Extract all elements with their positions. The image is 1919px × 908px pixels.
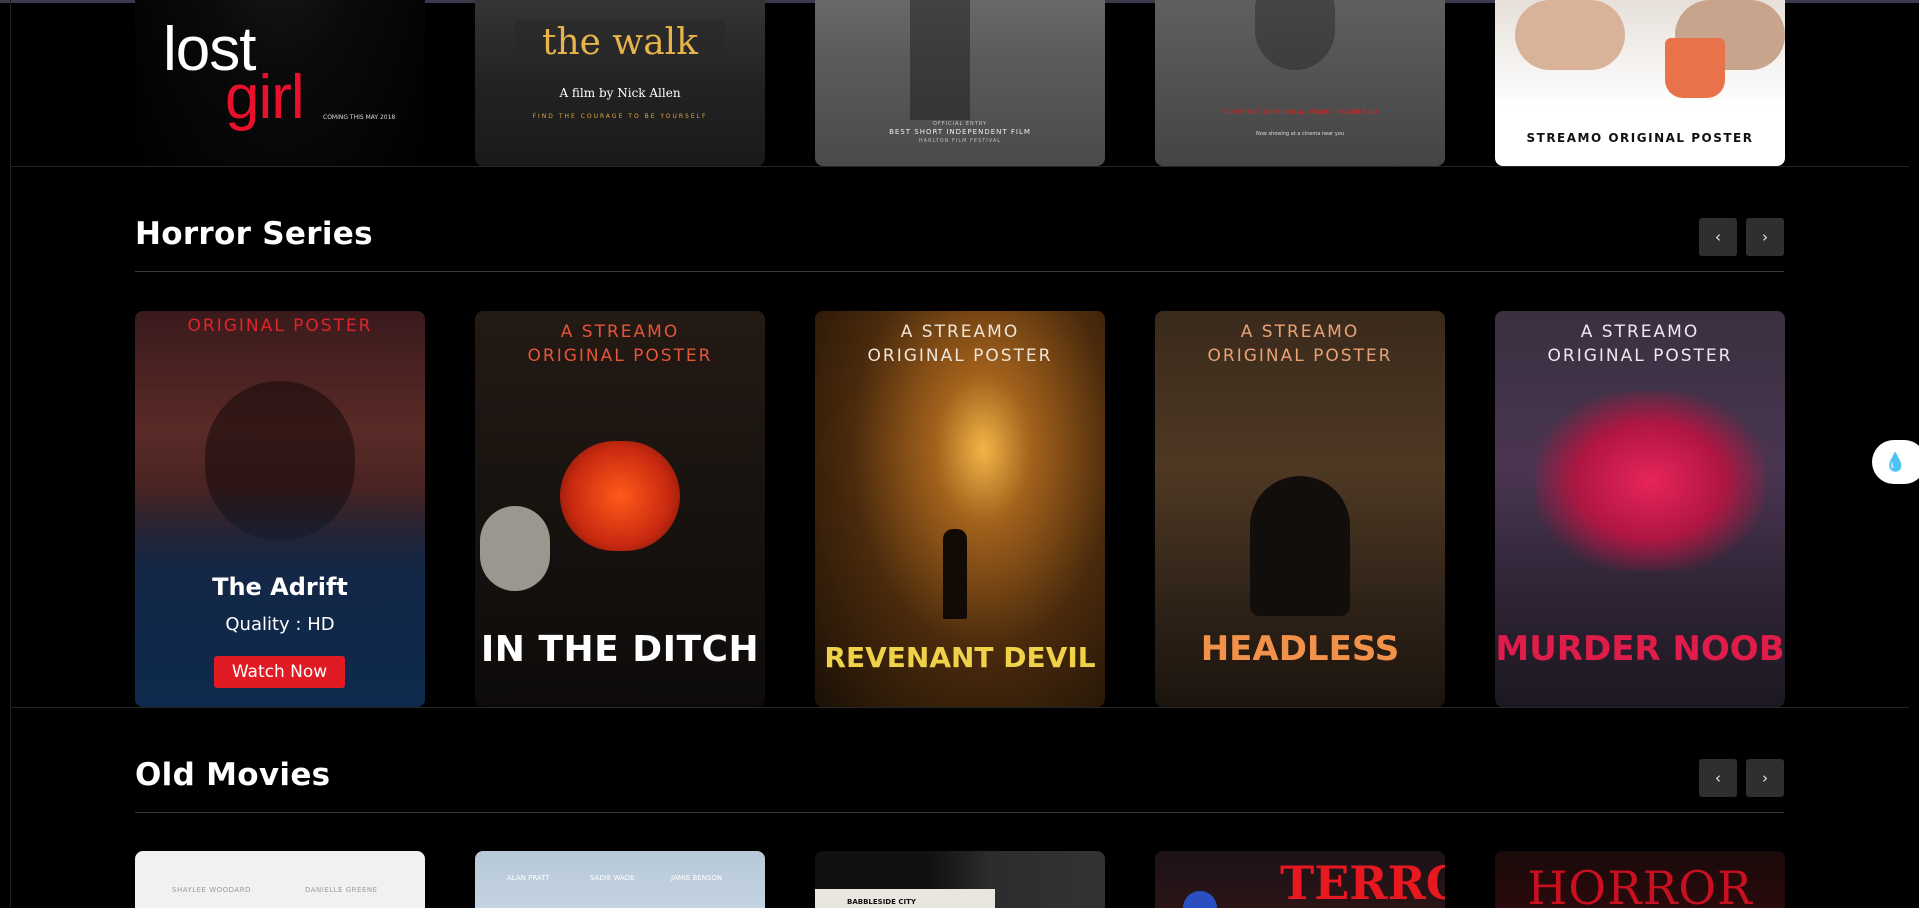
poster-label: BABBLESIDE CITY xyxy=(847,898,916,906)
poster-top-line-2: ORIGINAL POSTER xyxy=(527,346,713,366)
poster-terror[interactable]: TERROR xyxy=(1155,851,1445,908)
next-button[interactable]: › xyxy=(1746,218,1784,256)
poster-line-1: OFFICIAL ENTRY xyxy=(932,121,988,127)
figure-silhouette xyxy=(910,0,970,120)
poster-revenant-devil[interactable]: A STREAMO ORIGINAL POSTER REVENANT DEVIL xyxy=(815,311,1105,707)
poster-tagline: Now showing at a cinema near you xyxy=(1255,131,1345,137)
poster-line-3: HARLTON FILM FESTIVAL xyxy=(918,138,1002,144)
smoke-shape xyxy=(1535,391,1765,571)
poster-festival[interactable]: OFFICIAL ENTRY BEST SHORT INDEPENDENT FI… xyxy=(815,0,1105,166)
poster-top-text: ORIGINAL POSTER xyxy=(187,316,373,336)
watch-now-button[interactable]: Watch Now xyxy=(214,656,345,688)
droplet-sparkle-icon: 💧 xyxy=(1884,451,1907,473)
section-rule xyxy=(135,271,1784,272)
chevron-right-icon: › xyxy=(1762,769,1768,787)
row-divider xyxy=(10,707,1909,708)
cloaked-figure xyxy=(1250,476,1350,616)
poster-top-line-1: A STREAMO xyxy=(1580,322,1700,342)
cast-name: DANIELLE GREENE xyxy=(305,886,378,894)
next-button[interactable]: › xyxy=(1746,759,1784,797)
poster-top-line-1: A STREAMO xyxy=(560,322,680,342)
cast-name: ALAN PRATT xyxy=(507,874,550,882)
poster-top-line-2: ORIGINAL POSTER xyxy=(867,346,1053,366)
poster-horror[interactable]: HORROR xyxy=(1495,851,1785,908)
chevron-left-icon: ‹ xyxy=(1715,228,1721,246)
row-divider xyxy=(10,166,1909,167)
poster-murder-noob[interactable]: A STREAMO ORIGINAL POSTER MURDER NOOB xyxy=(1495,311,1785,707)
quality-label: Quality : HD xyxy=(225,614,335,635)
poster-title: TERROR xyxy=(1280,856,1445,908)
poster-old-1[interactable]: SHAYLEE WOODARD DANIELLE GREENE xyxy=(135,851,425,908)
cast-name: JAMIE BENSON xyxy=(671,874,723,882)
balloon-shape xyxy=(1183,891,1217,908)
poster-title: HEADLESS xyxy=(1200,629,1400,669)
poster-streamo-original[interactable]: STREAMO ORIGINAL POSTER xyxy=(1495,0,1785,166)
poster-old-3[interactable]: BABBLESIDE CITY xyxy=(815,851,1105,908)
popcorn-bucket xyxy=(1665,38,1725,98)
chevron-right-icon: › xyxy=(1762,228,1768,246)
poster-title: MURDER NOOB xyxy=(1495,629,1785,669)
poster-fears[interactable]: "A FILM THAT CONFIRMS ALL FEARS" - ROGER… xyxy=(1155,0,1445,166)
poster-top-line-1: A STREAMO xyxy=(1240,322,1360,342)
poster-title-line-2: girl xyxy=(225,63,305,132)
prev-button[interactable]: ‹ xyxy=(1699,218,1737,256)
poster-lost-girl[interactable]: lost girl COMING THIS MAY 2018 xyxy=(135,0,425,166)
cast-name: SADIE WADE xyxy=(590,874,635,882)
hover-title: The Adrift xyxy=(212,573,348,601)
poster-in-the-ditch[interactable]: A STREAMO ORIGINAL POSTER IN THE DITCH xyxy=(475,311,765,707)
person-1 xyxy=(1515,0,1625,70)
chevron-left-icon: ‹ xyxy=(1715,769,1721,787)
section-rule xyxy=(135,812,1784,813)
poster-the-walk[interactable]: the walk A film by Nick Allen FIND THE C… xyxy=(475,0,765,166)
cast-name: SHAYLEE WOODARD xyxy=(172,886,251,894)
poster-top-line-2: ORIGINAL POSTER xyxy=(1547,346,1733,366)
skull-shape xyxy=(480,506,550,591)
figure-silhouette xyxy=(943,529,967,619)
poster-tagline: FIND THE COURAGE TO BE YOURSELF xyxy=(532,113,708,120)
poster-line-2: BEST SHORT INDEPENDENT FILM xyxy=(889,128,1031,136)
poster-title: IN THE DITCH xyxy=(480,629,760,670)
poster-top-line-1: A STREAMO xyxy=(900,322,1020,342)
poster-title: REVENANT DEVIL xyxy=(824,641,1096,674)
poster-quote: "A FILM THAT CONFIRMS ALL FEARS" - ROGER… xyxy=(1221,109,1379,116)
section-title: Horror Series xyxy=(135,216,373,252)
poster-tagline: COMING THIS MAY 2018 xyxy=(323,114,396,121)
poster-old-2[interactable]: ALAN PRATT SADIE WADE JAMIE BENSON xyxy=(475,851,765,908)
poster-label: STREAMO ORIGINAL POSTER xyxy=(1526,131,1754,145)
pumpkin-shape xyxy=(560,441,680,551)
section-title: Old Movies xyxy=(135,757,331,793)
poster-the-adrift[interactable]: ORIGINAL POSTER The Adrift Quality : HD … xyxy=(135,311,425,707)
left-border xyxy=(10,0,11,908)
prev-button[interactable]: ‹ xyxy=(1699,759,1737,797)
poster-top-line-2: ORIGINAL POSTER xyxy=(1207,346,1393,366)
poster-headless[interactable]: A STREAMO ORIGINAL POSTER HEADLESS xyxy=(1155,311,1445,707)
poster-subtitle: A film by Nick Allen xyxy=(559,86,681,100)
poster-title: HORROR xyxy=(1527,861,1753,908)
poster-title: the walk xyxy=(541,22,698,63)
shadow-shape xyxy=(1255,0,1335,70)
floating-theme-button[interactable]: 💧 xyxy=(1872,440,1919,484)
